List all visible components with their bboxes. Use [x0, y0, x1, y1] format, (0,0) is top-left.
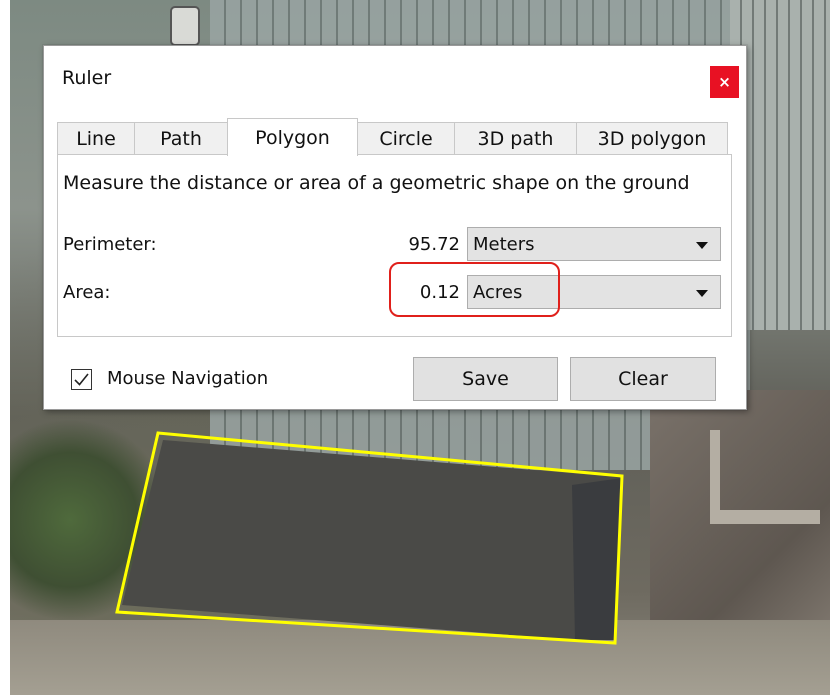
checkmark-icon	[74, 373, 89, 386]
clear-button[interactable]: Clear	[570, 357, 716, 401]
perimeter-value: 95.72	[408, 234, 460, 255]
close-button[interactable]: ×	[710, 66, 739, 98]
chevron-down-icon	[696, 290, 708, 297]
tab-circle[interactable]: Circle	[357, 122, 455, 155]
tab-bar: Line Path Polygon Circle 3D path 3D poly…	[57, 118, 732, 156]
ruler-dialog: Ruler × Line Path Polygon Circle 3D path…	[43, 45, 747, 410]
panel-description: Measure the distance or area of a geomet…	[63, 172, 690, 194]
mouse-navigation-label[interactable]: Mouse Navigation	[107, 368, 268, 389]
chevron-down-icon	[696, 242, 708, 249]
tab-3d-polygon[interactable]: 3D polygon	[576, 122, 728, 155]
save-button[interactable]: Save	[413, 357, 558, 401]
perimeter-unit-select[interactable]: Meters	[467, 227, 721, 261]
perimeter-label: Perimeter:	[63, 234, 157, 255]
tab-line[interactable]: Line	[57, 122, 135, 155]
tab-polygon[interactable]: Polygon	[227, 118, 358, 156]
annotation-highlight	[389, 262, 560, 317]
tab-path[interactable]: Path	[134, 122, 228, 155]
dialog-title: Ruler	[62, 67, 112, 89]
tab-3d-path[interactable]: 3D path	[454, 122, 577, 155]
mouse-navigation-checkbox[interactable]	[71, 369, 92, 390]
building-side	[572, 478, 622, 640]
perimeter-unit-value: Meters	[473, 233, 535, 255]
close-icon: ×	[718, 73, 731, 91]
area-label: Area:	[63, 282, 111, 303]
